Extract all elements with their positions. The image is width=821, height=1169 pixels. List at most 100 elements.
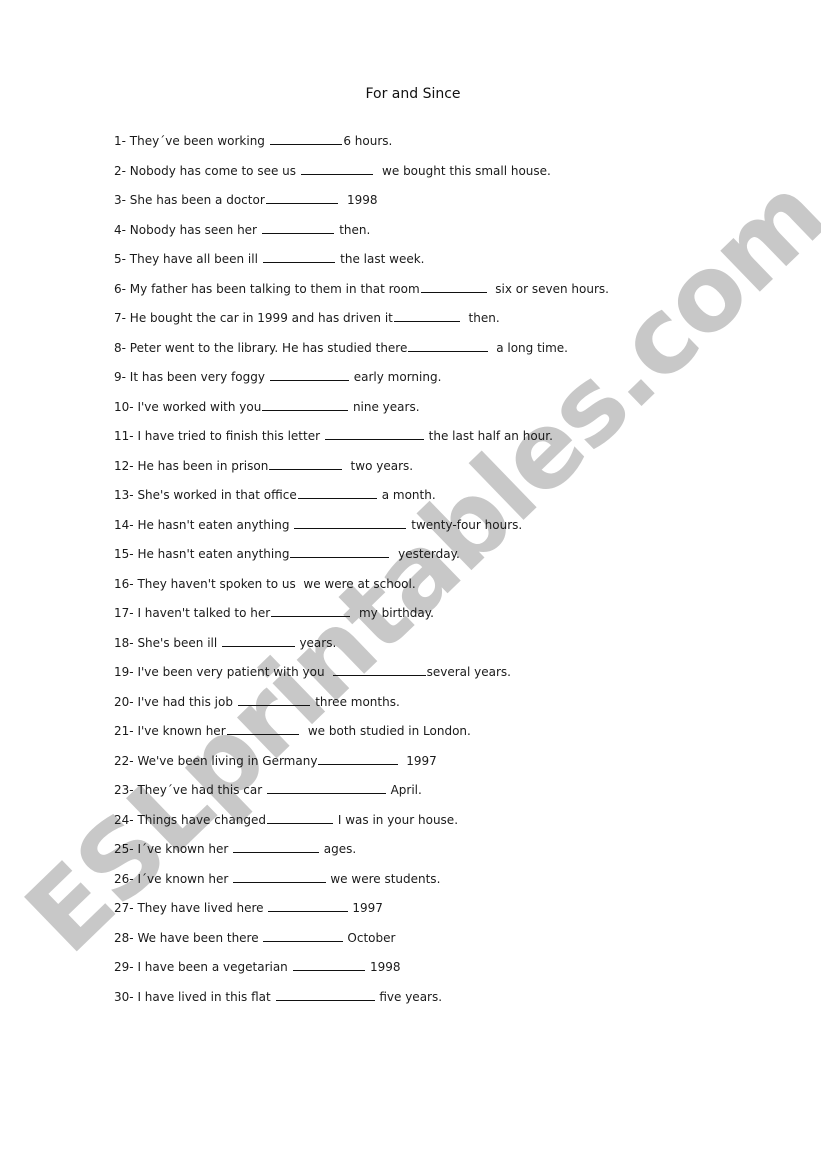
answer-blank[interactable] (268, 899, 348, 912)
exercise-number: 1- (114, 134, 126, 148)
exercise-number: 24- (114, 812, 134, 827)
exercise-text-before: I have tried to finish this letter (137, 429, 324, 443)
exercise-text-after: 1997 (398, 753, 437, 768)
exercise-text-before: I have been a vegetarian (137, 960, 292, 974)
exercise-text-before: They have lived here (137, 901, 268, 915)
exercise-number: 17- (114, 606, 134, 620)
exercise-item: 10- I've worked with you nine years. (114, 398, 609, 428)
answer-blank[interactable] (420, 280, 487, 293)
answer-blank[interactable] (393, 309, 460, 322)
exercise-text-after: three months. (311, 694, 400, 709)
exercise-item: 6- My father has been talking to them in… (114, 280, 609, 310)
exercise-text-after: ages. (319, 842, 357, 856)
answer-blank[interactable] (233, 840, 319, 853)
exercise-text-after: a month. (377, 488, 436, 502)
answer-blank[interactable] (292, 958, 366, 971)
exercise-item: 26- I´ve known her we were students. (114, 870, 609, 900)
exercise-item: 11- I have tried to finish this letter t… (114, 427, 609, 457)
answer-blank[interactable] (290, 545, 390, 558)
answer-blank[interactable] (261, 221, 335, 234)
exercise-item: 5- They have all been ill the last week. (114, 250, 609, 280)
exercise-item: 22- We've been living in Germany 1997 (114, 752, 609, 782)
exercise-text-before: She's worked in that office (137, 488, 297, 502)
answer-blank[interactable] (265, 191, 339, 204)
exercise-number: 13- (114, 488, 134, 502)
exercise-text-before: She's been ill (137, 635, 222, 650)
exercise-text-after: years. (295, 635, 337, 650)
exercise-text-before: They´ve had this car (137, 783, 266, 797)
exercise-text-after: 1998 (339, 193, 378, 207)
exercise-number: 19- (114, 665, 134, 679)
answer-blank[interactable] (237, 693, 311, 706)
answer-blank[interactable] (271, 604, 351, 617)
answer-blank[interactable] (269, 457, 342, 470)
exercise-text-after: a long time. (488, 340, 568, 355)
page-title: For and Since (365, 86, 461, 102)
exercise-text-after: five years. (375, 989, 443, 1004)
answer-blank[interactable] (294, 516, 407, 529)
answer-blank[interactable] (262, 250, 336, 263)
exercise-item: 23- They´ve had this car April. (114, 781, 609, 811)
answer-blank[interactable] (233, 870, 326, 883)
exercise-item: 4- Nobody has seen her then. (114, 221, 609, 251)
answer-blank[interactable] (300, 162, 374, 175)
exercise-item: 19- I've been very patient with you seve… (114, 663, 609, 693)
exercise-item: 9- It has been very foggy early morning. (114, 368, 609, 398)
exercise-number: 11- (114, 429, 134, 443)
exercise-number: 12- (114, 458, 134, 473)
answer-blank[interactable] (297, 486, 377, 499)
answer-blank[interactable] (324, 427, 424, 440)
exercise-item: 1- They´ve been working 6 hours. (114, 132, 609, 162)
answer-blank[interactable] (269, 368, 349, 381)
exercise-number: 3- (114, 193, 126, 207)
exercise-text-before: I've been very patient with you (137, 665, 333, 679)
exercise-number: 29- (114, 960, 134, 974)
exercise-number: 7- (114, 311, 126, 325)
exercise-number: 28- (114, 930, 134, 945)
answer-blank[interactable] (262, 398, 349, 411)
exercise-item: 17- I haven't talked to her my birthday. (114, 604, 609, 634)
exercise-text-after: early morning. (349, 370, 442, 384)
exercise-text-after: we both studied in London. (300, 724, 471, 738)
exercise-text-before: Nobody has seen her (129, 222, 261, 237)
answer-blank[interactable] (266, 781, 386, 794)
exercise-number: 8- (114, 340, 126, 355)
exercise-item: 20- I've had this job three months. (114, 693, 609, 723)
exercise-number: 25- (114, 842, 134, 856)
answer-blank[interactable] (318, 752, 398, 765)
exercise-text-after: October (343, 930, 396, 945)
exercise-text-before: I´ve known her (137, 842, 233, 856)
exercise-text-before: We've been living in Germany (137, 753, 318, 768)
exercise-text-after: then. (335, 222, 371, 237)
exercise-text-before: I have lived in this flat (137, 989, 275, 1004)
exercise-item: 2- Nobody has come to see us we bought t… (114, 162, 609, 192)
answer-blank[interactable] (222, 634, 295, 647)
exercise-text-before: Peter went to the library. He has studie… (129, 340, 408, 355)
exercise-number: 10- (114, 399, 134, 414)
answer-blank[interactable] (269, 132, 343, 145)
exercise-text-after: April. (386, 783, 422, 797)
exercise-text-after: the last week. (336, 252, 425, 266)
exercise-text-after: 1998 (366, 960, 401, 974)
answer-blank[interactable] (226, 722, 300, 735)
exercise-number: 23- (114, 783, 134, 797)
exercise-number: 22- (114, 753, 134, 768)
exercise-number: 30- (114, 989, 134, 1004)
answer-blank[interactable] (267, 811, 334, 824)
exercise-number: 27- (114, 901, 134, 915)
exercise-text-before: Things have changed (137, 812, 267, 827)
answer-blank[interactable] (333, 663, 426, 676)
exercise-number: 6- (114, 281, 126, 296)
answer-blank[interactable] (263, 929, 343, 942)
exercise-text-before: Nobody has come to see us (129, 163, 300, 178)
answer-blank[interactable] (408, 339, 488, 352)
exercise-number: 2- (114, 163, 126, 178)
exercise-number: 20- (114, 694, 134, 709)
exercise-item: 3- She has been a doctor 1998 (114, 191, 609, 221)
answer-blank[interactable] (275, 988, 375, 1001)
exercise-text-before: My father has been talking to them in th… (129, 281, 420, 296)
exercise-text-after: then. (460, 311, 500, 325)
exercise-number: 9- (114, 370, 126, 384)
exercise-text-after: two years. (342, 458, 414, 473)
exercise-text-before: He hasn't eaten anything (137, 517, 294, 532)
